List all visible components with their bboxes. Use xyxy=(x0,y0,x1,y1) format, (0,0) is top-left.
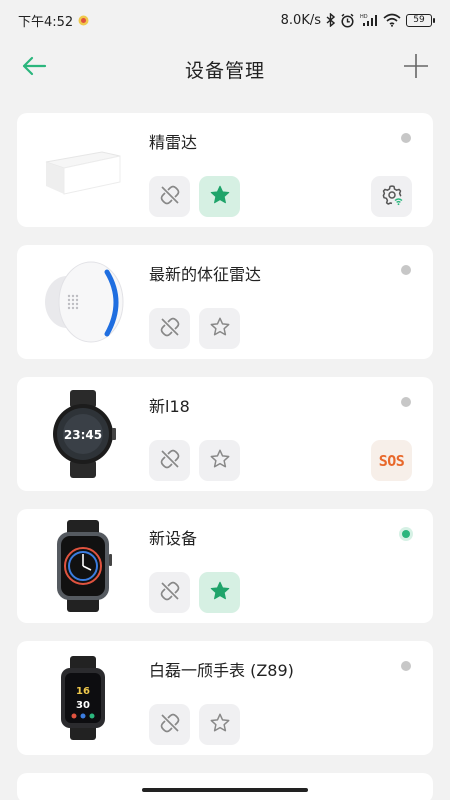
back-arrow-icon xyxy=(21,56,47,80)
device-status-indicator-online xyxy=(402,530,410,538)
app-header: 设备管理 xyxy=(0,44,450,94)
svg-text:HD: HD xyxy=(360,14,368,20)
sos-button[interactable]: SOS xyxy=(371,440,412,481)
device-image-round-watch: 23:45 xyxy=(35,387,131,481)
favorite-button[interactable] xyxy=(199,176,240,217)
status-left: 下午4:52 xyxy=(18,11,89,30)
battery-icon: 59 xyxy=(406,13,435,27)
device-image-vital-radar xyxy=(35,255,131,349)
device-status-indicator xyxy=(401,265,411,275)
device-name: 新l18 xyxy=(149,397,190,416)
svg-text:16: 16 xyxy=(76,686,90,697)
favorite-button[interactable] xyxy=(199,440,240,481)
unlink-icon xyxy=(159,712,181,738)
device-card-partial[interactable] xyxy=(17,773,433,800)
back-button[interactable] xyxy=(20,56,48,80)
status-bar: 下午4:52 8.0K/s HD 59 xyxy=(0,0,450,40)
device-name: 白磊一颀手表 (Z89) xyxy=(149,661,294,680)
unlink-button[interactable] xyxy=(149,308,190,349)
unlink-button[interactable] xyxy=(149,440,190,481)
wifi-settings-button[interactable] xyxy=(371,176,412,217)
device-name: 新设备 xyxy=(149,529,198,548)
unlink-icon xyxy=(159,184,181,210)
page-title: 设备管理 xyxy=(184,59,265,82)
add-device-button[interactable] xyxy=(402,54,430,82)
star-filled-icon xyxy=(209,184,231,210)
favorite-button[interactable] xyxy=(199,308,240,349)
unlink-button[interactable] xyxy=(149,704,190,745)
home-indicator[interactable] xyxy=(142,788,308,792)
plus-icon xyxy=(403,53,429,83)
cellular-signal-icon: HD xyxy=(360,13,378,27)
device-card[interactable]: 23:45 新l18 SOS xyxy=(17,377,433,491)
alarm-icon xyxy=(340,13,355,28)
unlink-icon xyxy=(159,448,181,474)
device-image-radar-box xyxy=(35,123,131,217)
unlink-icon xyxy=(159,316,181,342)
wifi-icon xyxy=(383,13,401,27)
svg-text:23:45: 23:45 xyxy=(64,428,102,442)
star-outline-icon xyxy=(209,448,231,474)
unlink-button[interactable] xyxy=(149,176,190,217)
star-outline-icon xyxy=(209,712,231,738)
favorite-button[interactable] xyxy=(199,704,240,745)
device-status-indicator xyxy=(401,661,411,671)
device-list: 精雷达 最新的体征雷达 23:45 新l18 SOS 新设备 16 30 白磊一… xyxy=(17,113,433,800)
notification-icon xyxy=(78,15,89,26)
unlink-icon xyxy=(159,580,181,606)
device-status-indicator xyxy=(401,397,411,407)
wifi-settings-icon xyxy=(380,183,404,211)
device-name: 最新的体征雷达 xyxy=(149,265,262,284)
device-name: 精雷达 xyxy=(149,133,198,152)
status-time: 下午4:52 xyxy=(18,14,74,30)
device-card[interactable]: 精雷达 xyxy=(17,113,433,227)
device-image-square-watch xyxy=(35,519,131,613)
device-card[interactable]: 最新的体征雷达 xyxy=(17,245,433,359)
device-image-kids-watch: 16 30 xyxy=(35,651,131,745)
star-outline-icon xyxy=(209,316,231,342)
status-right: 8.0K/s HD 59 xyxy=(280,12,435,28)
network-speed: 8.0K/s xyxy=(280,12,321,28)
unlink-button[interactable] xyxy=(149,572,190,613)
bluetooth-icon xyxy=(326,13,335,27)
sos-icon: SOS xyxy=(378,451,405,470)
device-card[interactable]: 新设备 xyxy=(17,509,433,623)
star-filled-icon xyxy=(209,580,231,606)
favorite-button[interactable] xyxy=(199,572,240,613)
device-card[interactable]: 16 30 白磊一颀手表 (Z89) xyxy=(17,641,433,755)
device-status-indicator xyxy=(401,133,411,143)
svg-text:30: 30 xyxy=(76,700,90,711)
